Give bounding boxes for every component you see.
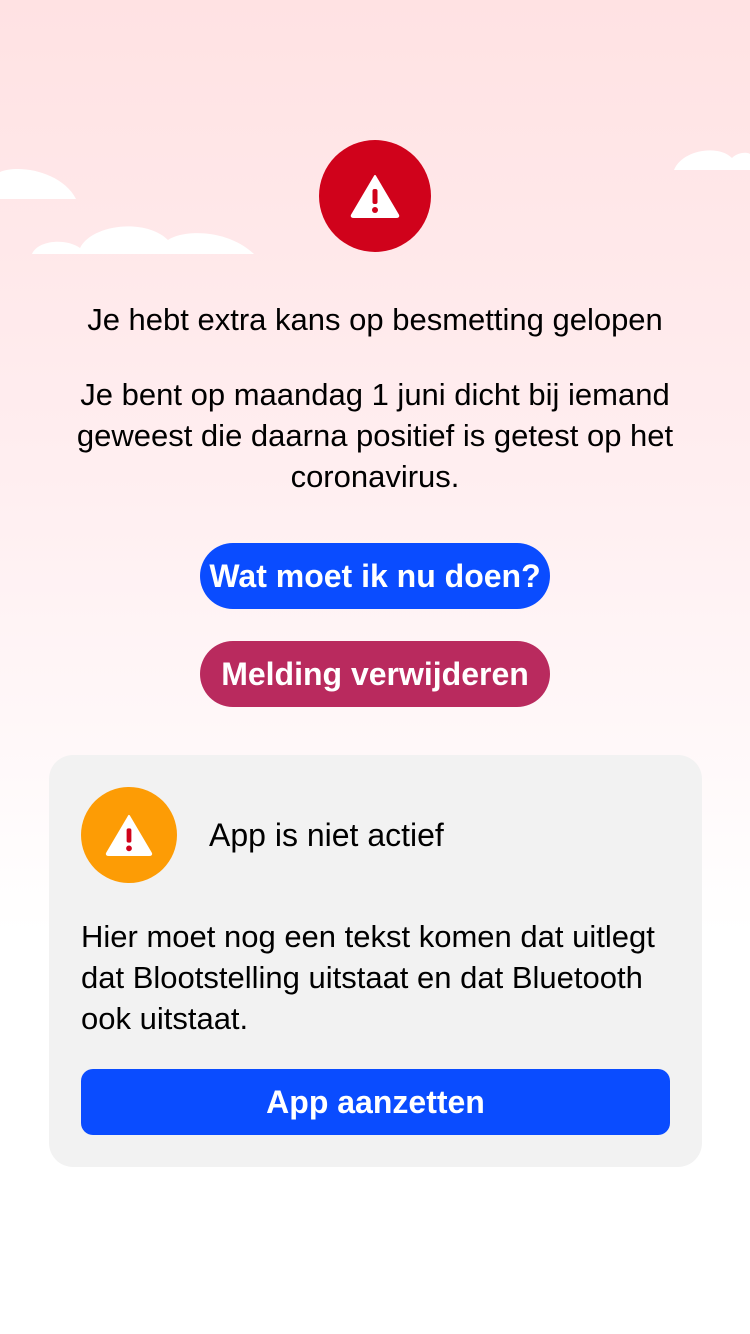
alert-body: Je bent op maandag 1 juni dicht bij iema…: [76, 377, 674, 494]
remove-notification-button[interactable]: Melding verwijderen: [200, 641, 550, 707]
what-to-do-button[interactable]: Wat moet ik nu doen?: [200, 543, 550, 609]
card-title: App is niet actief: [209, 817, 444, 853]
alert-icon-circle: [319, 140, 431, 252]
cloud-decoration: [674, 150, 750, 170]
cloud-decoration: [0, 169, 254, 254]
alert-headline: Je hebt extra kans op besmetting gelopen: [87, 302, 663, 337]
card-description: Hier moet nog een tekst komen dat uitleg…: [81, 919, 655, 1036]
warning-triangle-icon: [350, 175, 400, 218]
enable-app-button[interactable]: App aanzetten: [81, 1069, 670, 1135]
app-status-card: App is niet actief Hier moet nog een tek…: [49, 755, 702, 1167]
status-icon-circle: [81, 787, 177, 883]
warning-triangle-icon: [105, 814, 153, 856]
